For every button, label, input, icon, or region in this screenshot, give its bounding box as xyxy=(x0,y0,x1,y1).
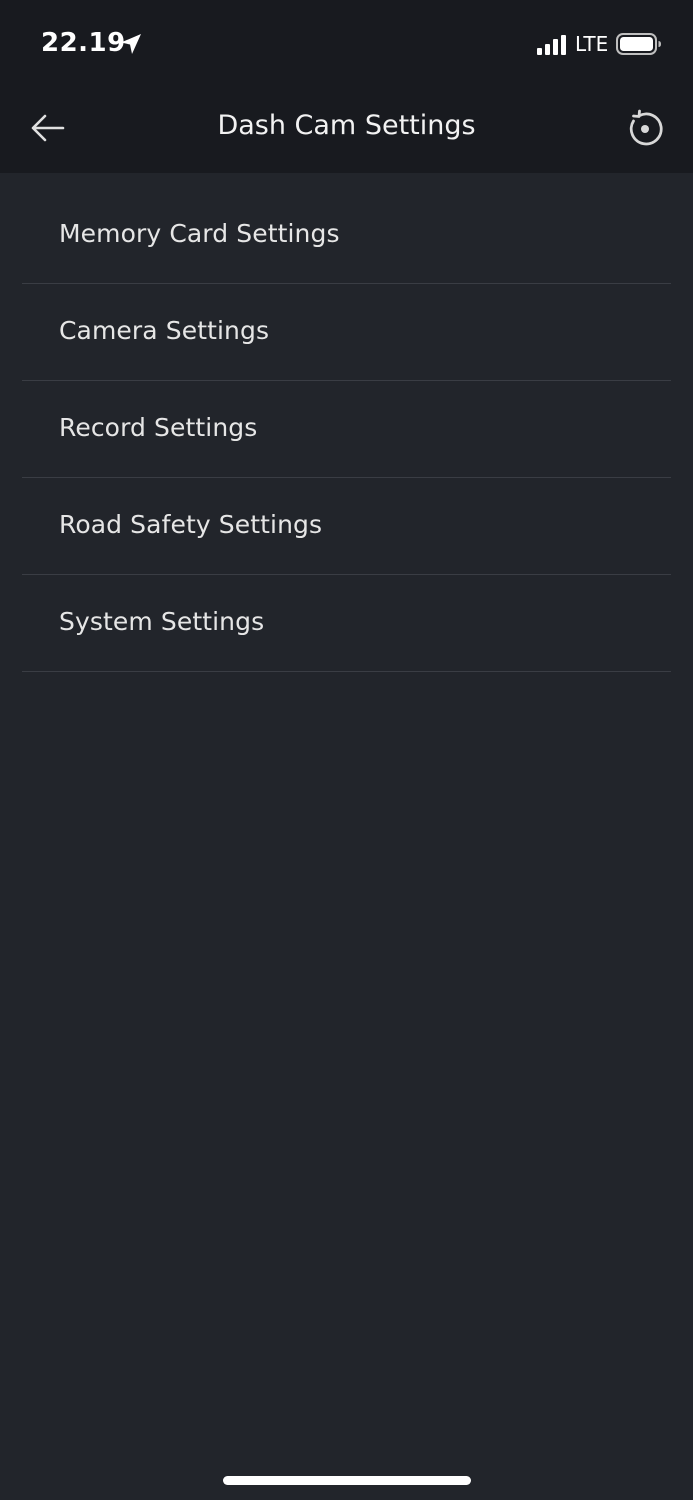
status-time: 22.19 xyxy=(41,28,126,58)
menu-item-label: Camera Settings xyxy=(59,316,270,345)
menu-item-record-settings[interactable]: Record Settings xyxy=(22,381,671,478)
menu-item-road-safety-settings[interactable]: Road Safety Settings xyxy=(22,478,671,575)
dash-cam-settings-screen: 22.19 LTE Dash Cam Settings Memory Card … xyxy=(0,0,693,1500)
status-bar: 22.19 LTE xyxy=(0,0,693,88)
reset-button[interactable] xyxy=(620,106,670,156)
navigation-header: Dash Cam Settings xyxy=(0,88,693,173)
menu-item-label: Road Safety Settings xyxy=(59,510,323,539)
settings-menu-list: Memory Card Settings Camera Settings Rec… xyxy=(22,187,671,672)
menu-item-camera-settings[interactable]: Camera Settings xyxy=(22,284,671,381)
cellular-signal-icon xyxy=(536,34,570,56)
menu-item-label: Memory Card Settings xyxy=(59,219,340,248)
home-indicator[interactable] xyxy=(223,1476,471,1485)
reset-circle-icon xyxy=(625,109,665,153)
menu-item-memory-card-settings[interactable]: Memory Card Settings xyxy=(22,187,671,284)
menu-item-label: Record Settings xyxy=(59,413,258,442)
page-title: Dash Cam Settings xyxy=(217,110,476,141)
network-type-label: LTE xyxy=(575,32,609,56)
location-arrow-icon xyxy=(118,31,144,57)
battery-icon xyxy=(616,32,662,56)
menu-item-system-settings[interactable]: System Settings xyxy=(22,575,671,672)
top-bar: 22.19 LTE Dash Cam Settings xyxy=(0,0,693,173)
menu-item-label: System Settings xyxy=(59,607,265,636)
